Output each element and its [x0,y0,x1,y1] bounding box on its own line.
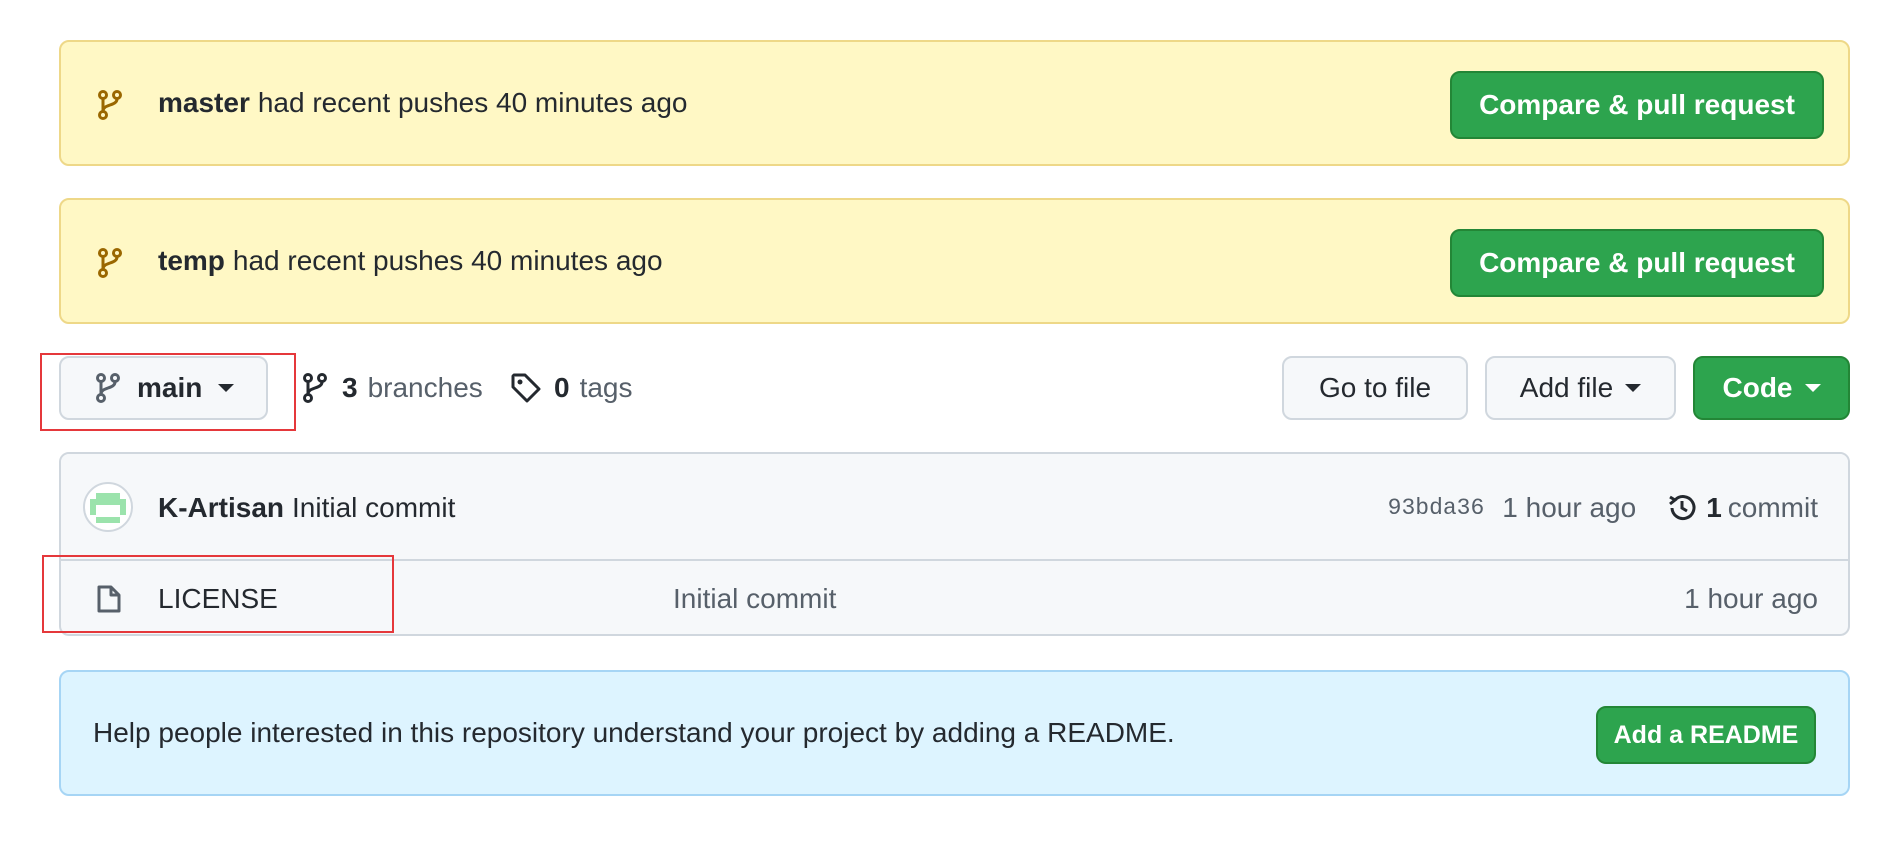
branch-select-button[interactable]: main [59,356,268,420]
tags-count: 0 [554,372,570,403]
readme-prompt: Help people interested in this repositor… [59,670,1850,796]
commit-history-link[interactable]: 1 commit [1666,492,1818,524]
banner-message: master had recent pushes 40 minutes ago [158,87,688,119]
branches-label: branches [367,372,483,403]
branch-select-label: main [137,372,203,403]
tags-label: tags [579,372,633,403]
chevron-down-icon [218,384,235,392]
git-branch-icon [303,373,327,403]
commit-meta: 93bda36 1 hour ago 1 commit [1388,454,1818,561]
highlight-box [42,555,394,633]
tag-icon [511,373,541,403]
avatar[interactable] [83,482,133,532]
readme-prompt-text: Help people interested in this repositor… [93,717,1175,748]
banner-branch-name[interactable]: master [158,87,250,119]
git-branch-icon [97,90,123,120]
commit-summary: K-Artisan Initial commit [158,454,455,561]
commit-count-label: commit [1727,491,1818,523]
commit-author[interactable]: K-Artisan [158,492,284,524]
commit-count: 1 [1706,491,1722,523]
commit-hash[interactable]: 93bda36 [1388,495,1485,521]
branches-link[interactable]: 3 branches [302,370,483,406]
code-button[interactable]: Code [1693,356,1850,420]
latest-commit-bar: K-Artisan Initial commit 93bda36 1 hour … [61,454,1848,561]
compare-pull-request-button[interactable]: Compare & pull request [1450,229,1824,297]
commit-time: 1 hour ago [1502,491,1637,523]
recent-push-banner-master: master had recent pushes 40 minutes ago … [59,40,1850,166]
go-to-file-button[interactable]: Go to file [1282,356,1468,420]
add-file-button[interactable]: Add file [1485,356,1676,420]
recent-push-banner-temp: temp had recent pushes 40 minutes ago Co… [59,198,1850,324]
branches-count: 3 [342,372,358,403]
file-commit-time: 1 hour ago [1684,582,1818,614]
compare-pull-request-button[interactable]: Compare & pull request [1450,71,1824,139]
code-label: Code [1722,372,1793,403]
file-commit-message[interactable]: Initial commit [673,561,836,634]
history-icon [1669,494,1696,520]
git-branch-icon [97,248,123,278]
chevron-down-icon [1625,384,1642,392]
add-file-label: Add file [1519,372,1614,403]
banner-message: temp had recent pushes 40 minutes ago [158,245,663,277]
add-readme-button[interactable]: Add a README [1596,706,1816,764]
banner-branch-name[interactable]: temp [158,245,225,277]
git-branch-icon [96,373,120,403]
tags-link[interactable]: 0 tags [510,370,633,406]
commit-message[interactable]: Initial commit [292,492,455,524]
chevron-down-icon [1804,384,1821,392]
